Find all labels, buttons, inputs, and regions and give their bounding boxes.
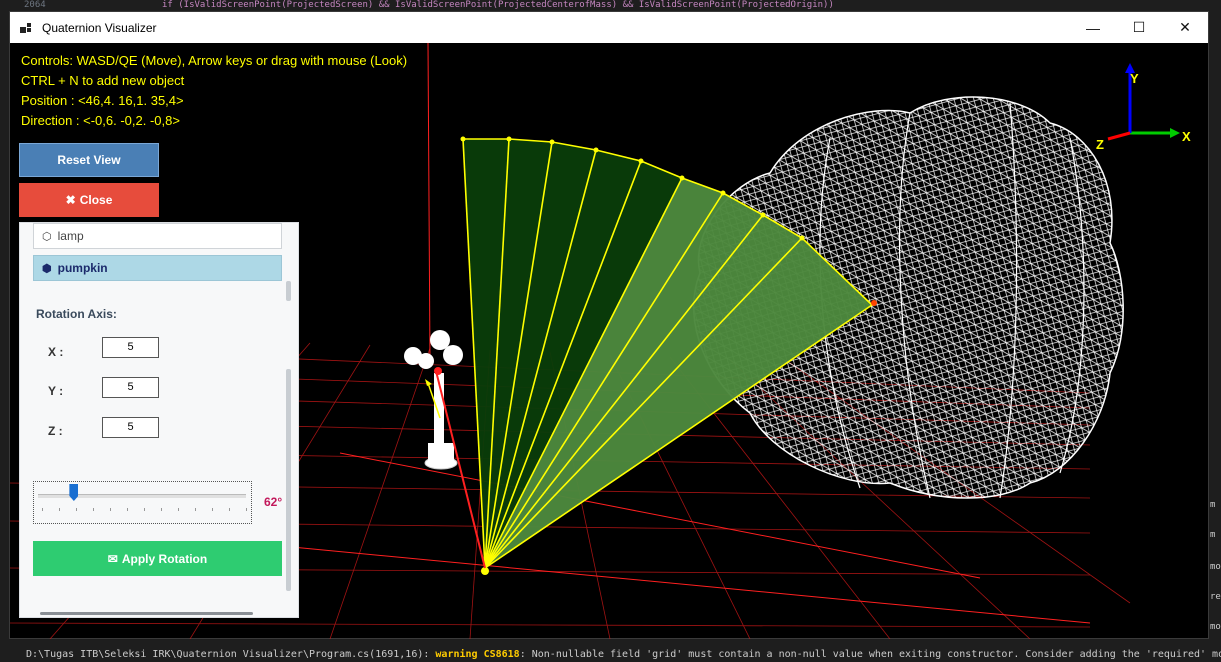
app-icon: [20, 22, 31, 33]
slider-tick: [110, 508, 111, 511]
cube-icon: ⬢: [42, 262, 52, 275]
minimize-button[interactable]: —: [1070, 12, 1116, 43]
slider-tick: [212, 508, 213, 511]
output-fragment: mo: [1210, 622, 1221, 632]
envelope-icon: ✉: [107, 551, 118, 566]
hud-controls: Controls: WASD/QE (Move), Arrow keys or …: [21, 53, 408, 68]
code-text: if (IsValidScreenPoint(ProjectedScreen) …: [162, 0, 834, 10]
gizmo-z-label: Z: [1096, 137, 1104, 152]
list-scrollbar[interactable]: [286, 281, 291, 301]
y-axis-input[interactable]: 5: [102, 377, 159, 398]
angle-value: 62°: [264, 495, 283, 509]
slider-tick: [178, 508, 179, 511]
window-title: Quaternion Visualizer: [42, 20, 157, 35]
output-fragment: m: [1210, 500, 1216, 510]
output-path: D:\Tugas ITB\Seleksi IRK\Quaternion Visu…: [26, 649, 436, 660]
list-item-label: pumpkin: [57, 261, 108, 275]
viewport-3d[interactable]: Y X Z Controls: WASD/QE (Move), Arrow ke…: [10, 43, 1208, 639]
angle-slider[interactable]: [33, 481, 252, 524]
axis-line-vertical: [427, 43, 431, 364]
cube-icon: ⬡: [42, 230, 52, 243]
slider-ticks: [42, 508, 247, 512]
reset-view-button[interactable]: Reset View: [19, 143, 159, 177]
slider-tick: [144, 508, 145, 511]
gizmo-x-label: X: [1182, 129, 1191, 144]
output-fragment: mo: [1210, 562, 1221, 572]
x-axis-input[interactable]: 5: [102, 337, 159, 358]
close-icon: ✖: [65, 193, 76, 207]
slider-tick: [229, 508, 230, 511]
editor-code-line: 2064 if (IsValidScreenPoint(ProjectedScre…: [0, 0, 1221, 11]
output-fragment: re: [1210, 592, 1221, 602]
output-fragment: m: [1210, 530, 1216, 540]
close-button[interactable]: ✖ Close: [19, 183, 159, 217]
apply-rotation-button[interactable]: ✉ Apply Rotation: [33, 541, 282, 576]
slider-tick: [246, 508, 247, 511]
hud-direction: Direction : <-0,6. -0,2. -0,8>: [21, 113, 180, 128]
warning-message: : Non-nullable field 'grid' must contain…: [519, 649, 1221, 660]
slider-tick: [76, 508, 77, 511]
z-axis-input[interactable]: 5: [102, 417, 159, 438]
warning-code: warning CS8618: [435, 649, 520, 660]
y-label: Y :: [48, 384, 64, 398]
hud-position: Position : <46,4. 16,1. 35,4>: [21, 93, 184, 108]
z-label: Z :: [48, 424, 63, 438]
slider-tick: [161, 508, 162, 511]
axis-gizmo: Y X Z: [1096, 63, 1191, 152]
slider-tick: [42, 508, 43, 511]
slider-tick: [59, 508, 60, 511]
list-item-label: lamp: [57, 229, 84, 243]
close-label: Close: [79, 193, 113, 207]
line-number: 2064: [24, 0, 46, 10]
build-output-line: D:\Tugas ITB\Seleksi IRK\Quaternion Visu…: [0, 648, 1221, 662]
slider-thumb[interactable]: [69, 484, 79, 501]
close-window-button[interactable]: ✕: [1162, 12, 1208, 43]
panel-horizontal-scrollbar[interactable]: [40, 612, 253, 615]
rotation-axis-label: Rotation Axis:: [36, 307, 117, 321]
slider-track: [38, 494, 246, 498]
gizmo-y-label: Y: [1130, 71, 1139, 86]
title-bar[interactable]: Quaternion Visualizer — ☐ ✕: [10, 12, 1208, 43]
app-window: Quaternion Visualizer — ☐ ✕ Y X Z Contro…: [9, 11, 1209, 639]
apply-rotation-label: Apply Rotation: [121, 551, 208, 566]
slider-tick: [93, 508, 94, 511]
list-item-pumpkin[interactable]: ⬢ pumpkin: [33, 255, 282, 281]
x-label: X :: [48, 345, 64, 359]
list-item-lamp[interactable]: ⬡ lamp: [33, 223, 282, 249]
object-panel: ⬡ lamp ⬢ pumpkin Rotation Axis: X : 5 Y …: [19, 222, 299, 618]
slider-tick: [195, 508, 196, 511]
lamp-model[interactable]: [404, 330, 486, 569]
slider-tick: [127, 508, 128, 511]
maximize-button[interactable]: ☐: [1116, 12, 1162, 43]
hud-add-object: CTRL + N to add new object: [21, 73, 185, 88]
panel-scrollbar[interactable]: [286, 369, 291, 591]
